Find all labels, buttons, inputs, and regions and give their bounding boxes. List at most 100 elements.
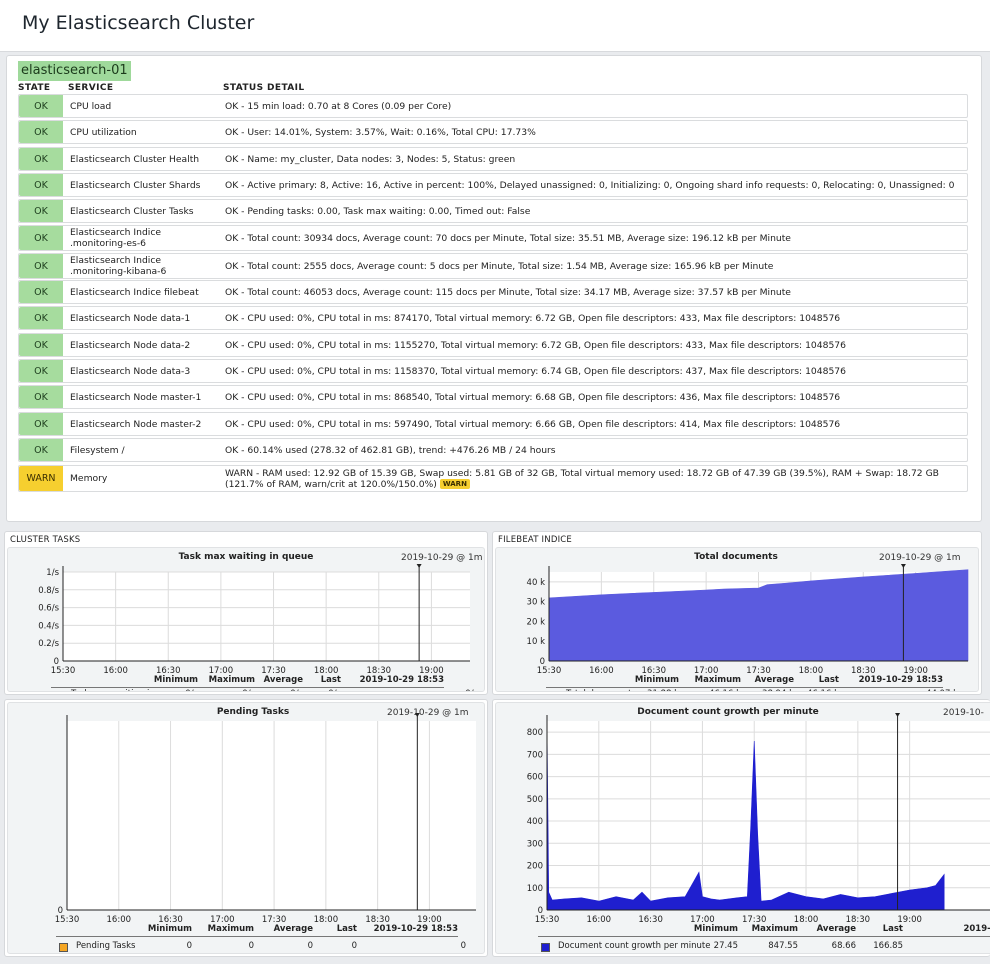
service-name-link[interactable]: Filesystem / [70, 439, 218, 461]
graph-canvas: 15:30 16:00 16:30 17:00 17:30 18:00 18:30 19:00… [38, 564, 470, 676]
y-tick-label: 0.6/s [38, 604, 59, 614]
column-header-state[interactable]: STATE [18, 83, 50, 93]
service-name-link[interactable]: Elasticsearch Node data-2 [70, 334, 218, 356]
legend-header-min: Minimum [147, 924, 192, 934]
service-row[interactable]: OK Elasticsearch Indice filebeat OK - Tota… [18, 280, 968, 304]
status-detail: OK - User: 14.01%, System: 3.57%, Wait: … [225, 121, 961, 143]
dashlet-filebeat-indice: FILEBEAT INDICE Total documents 2019-10-2… [492, 531, 982, 695]
y-tick-label: 800 [527, 728, 543, 738]
graph-canvas: 15:30 16:00 16:30 17:00 17:30 18:00 18:30 19:00… [527, 564, 969, 676]
state-badge: WARN [19, 466, 63, 491]
status-detail: OK - Pending tasks: 0.00, Task max waiti… [225, 200, 961, 222]
service-row[interactable]: OK Filesystem / OK - 60.14% used (278.32 o… [18, 438, 968, 462]
state-badge: OK [19, 174, 63, 196]
service-row[interactable]: OK Elasticsearch Cluster Health OK - Name:… [18, 147, 968, 171]
service-row[interactable]: OK Elasticsearch Cluster Shards OK - Activ… [18, 173, 968, 197]
status-detail-body: OK - CPU used: 0%, CPU total in ms: 1158… [225, 365, 846, 377]
service-row[interactable]: OK Elasticsearch Node data-1 OK - CPU used… [18, 306, 968, 330]
service-name-link[interactable]: Elasticsearch Cluster Health [70, 148, 218, 170]
y-tick-label: 20 k [527, 617, 546, 627]
x-tick-label: 16:30 [638, 915, 663, 925]
dashlet-cluster-tasks: CLUSTER TASKS Task max waiting in queue 2… [4, 531, 488, 695]
service-row[interactable]: WARN Memory WARN - RAM used: 12.92 GB of 1… [18, 465, 968, 492]
plot-area [547, 721, 990, 910]
column-header-detail[interactable]: STATUS DETAIL [223, 83, 305, 93]
service-row[interactable]: OK Elasticsearch Node data-3 OK - CPU used… [18, 359, 968, 383]
plot-area [67, 721, 476, 910]
service-row[interactable]: OK Elasticsearch Cluster Tasks OK - Pendin… [18, 199, 968, 223]
legend-value-min: 27.45 [713, 941, 738, 951]
y-tick-label: 600 [527, 773, 543, 783]
service-name-link[interactable]: Elasticsearch Node master-1 [70, 386, 218, 408]
service-name-link[interactable]: Elasticsearch Indice filebeat [70, 281, 218, 303]
status-detail-text: WARN - RAM used: 12.92 GB of 15.39 GB, S… [225, 468, 961, 490]
status-detail-body: OK - CPU used: 0%, CPU total in ms: 1155… [225, 339, 846, 351]
service-name-link[interactable]: Elasticsearch Node master-2 [70, 413, 218, 435]
legend-header-time: 2019-10-29 18:53 [858, 675, 943, 685]
service-row[interactable]: OK Elasticsearch Node data-2 OK - CPU used… [18, 333, 968, 357]
status-detail: OK - Name: my_cluster, Data nodes: 3, No… [225, 148, 961, 170]
dashlet-pending-tasks: Pending Tasks 2019-10-29 @ 1m 15:30 16:00 16… [4, 699, 488, 957]
dashlet-document-growth: Document count growth per minute 2019-10-… [492, 699, 990, 957]
service-name-link[interactable]: Elasticsearch Cluster Tasks [70, 200, 218, 222]
x-tick-label: 15:30 [51, 666, 76, 676]
status-detail: OK - Total count: 2555 docs, Average cou… [225, 254, 961, 278]
service-row[interactable]: OK Elasticsearch Indice .monitoring-es-6 O… [18, 225, 968, 251]
service-row[interactable]: OK Elasticsearch Indice .monitoring-kiban… [18, 253, 968, 279]
legend-header-min: Minimum [153, 675, 198, 685]
service-name-link[interactable]: Elasticsearch Node data-1 [70, 307, 218, 329]
status-detail-text: OK - Active primary: 8, Active: 16, Acti… [225, 180, 954, 191]
legend-header-min: Minimum [634, 675, 679, 685]
y-tick-label: 0.2/s [38, 639, 59, 649]
status-detail: OK - Total count: 46053 docs, Average co… [225, 281, 961, 303]
x-tick-label: 16:00 [587, 915, 612, 925]
legend-value-min: 31.88 k [619, 689, 679, 691]
x-tick-label: 15:30 [537, 666, 562, 676]
service-name-link[interactable]: Elasticsearch Indice .monitoring-es-6 [70, 226, 218, 250]
status-detail-body: OK - CPU used: 0%, CPU total in ms: 5974… [225, 418, 841, 430]
legend-header-time: 2019-10-29 18:53 [359, 675, 444, 685]
service-name-link[interactable]: Memory [70, 466, 218, 491]
x-tick-label: 15:30 [535, 915, 560, 925]
status-detail-text: OK - CPU used: 0%, CPU total in ms: 1155… [225, 340, 846, 351]
legend-value-current: 0 [460, 941, 466, 951]
graph-canvas: 15:30 16:00 16:30 17:00 17:30 18:00 18:30 19:00… [55, 713, 476, 925]
status-detail-text: OK - CPU used: 0%, CPU total in ms: 8685… [225, 392, 840, 403]
service-row[interactable]: OK CPU utilization OK - User: 14.01%, Syst… [18, 120, 968, 144]
column-header-service[interactable]: SERVICE [68, 83, 113, 93]
legend-separator [56, 936, 458, 937]
status-detail-text: OK - 15 min load: 0.70 at 8 Cores (0.09 … [225, 101, 451, 112]
legend-value-max: 847.55 [768, 941, 798, 951]
legend-header-max: Maximum [751, 924, 798, 934]
status-detail-body: OK - CPU used: 0%, CPU total in ms: 8741… [225, 312, 841, 324]
service-row[interactable]: OK Elasticsearch Node master-1 OK - CPU us… [18, 385, 968, 409]
service-name-link[interactable]: Elasticsearch Cluster Shards [70, 174, 218, 196]
legend-header-max: Maximum [694, 675, 741, 685]
state-badge: OK [19, 307, 63, 329]
y-tick-label: 100 [527, 884, 543, 894]
legend-header-time: 2019-10- [963, 924, 990, 934]
service-row[interactable]: OK Elasticsearch Node master-2 OK - CPU us… [18, 412, 968, 436]
service-name-link[interactable]: CPU utilization [70, 121, 218, 143]
legend-value-last: 0 [351, 941, 357, 951]
host-name-link[interactable]: elasticsearch-01 [18, 61, 131, 81]
y-tick-label: 0 [58, 906, 63, 916]
service-row[interactable]: OK CPU load OK - 15 min load: 0.70 at 8 Co… [18, 94, 968, 118]
y-tick-label: 200 [527, 862, 543, 872]
legend-value-max: 0 [248, 941, 254, 951]
status-detail: OK - 15 min load: 0.70 at 8 Cores (0.09 … [225, 95, 961, 117]
status-detail-text: OK - CPU used: 0%, CPU total in ms: 8741… [225, 313, 840, 324]
graph-task-max-waiting[interactable]: Task max waiting in queue 2019-10-29 @ 1m… [7, 547, 485, 692]
service-name-link[interactable]: Elasticsearch Indice .monitoring-kibana-… [70, 254, 218, 278]
service-name-link[interactable]: CPU load [70, 95, 218, 117]
y-tick-label: 300 [527, 839, 543, 849]
graph-total-documents[interactable]: Total documents 2019-10-29 @ 1m 15:30 16:00… [495, 547, 979, 692]
status-detail: OK - 60.14% used (278.32 of 462.81 GB), … [225, 439, 961, 461]
status-detail-body: OK - Total count: 46053 docs, Average co… [225, 286, 791, 298]
legend-value-last: 46.16 k [779, 689, 839, 691]
service-name-link[interactable]: Elasticsearch Node data-3 [70, 360, 218, 382]
status-detail: OK - CPU used: 0%, CPU total in ms: 8685… [225, 386, 961, 408]
legend-series-name: Pending Tasks [76, 941, 136, 951]
graph-document-growth[interactable]: Document count growth per minute 2019-10-… [495, 702, 990, 954]
graph-pending-tasks[interactable]: Pending Tasks 2019-10-29 @ 1m 15:30 16:00 16… [7, 702, 485, 954]
